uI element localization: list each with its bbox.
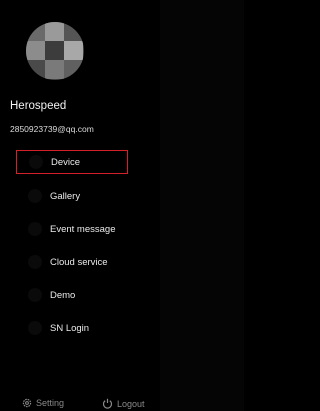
- logout-label: Logout: [117, 398, 145, 409]
- user-email: 2850923739@qq.com: [10, 124, 94, 134]
- avatar-tile: [64, 41, 83, 60]
- setting-button[interactable]: Setting: [22, 398, 64, 408]
- menu-item-demo[interactable]: Demo: [16, 283, 128, 307]
- gear-icon: [22, 398, 32, 408]
- logout-button[interactable]: Logout: [102, 398, 145, 409]
- avatar-tile: [26, 41, 45, 60]
- avatar-tile: [26, 60, 45, 79]
- username: Herospeed: [10, 100, 67, 112]
- menu-item-event-message[interactable]: Event message: [16, 217, 128, 241]
- menu-item-label: Event message: [50, 223, 116, 235]
- menu-item-label: SN Login: [50, 322, 90, 334]
- avatar[interactable]: [26, 22, 84, 80]
- avatar-tile: [64, 60, 83, 79]
- sn-login-icon: [28, 321, 42, 335]
- avatar-tile: [64, 22, 83, 41]
- gallery-icon: [28, 189, 42, 203]
- navigation-drawer: Herospeed 2850923739@qq.com Device Galle…: [0, 0, 160, 411]
- drawer-footer: Setting Logout: [0, 396, 160, 411]
- setting-label: Setting: [36, 398, 65, 408]
- menu-item-gallery[interactable]: Gallery: [16, 184, 128, 208]
- app-screen: Herospeed 2850923739@qq.com Device Galle…: [0, 0, 244, 411]
- background-app-overlay[interactable]: [160, 0, 244, 411]
- avatar-tile: [45, 41, 64, 60]
- demo-icon: [28, 288, 42, 302]
- menu-item-cloud-service[interactable]: Cloud service: [16, 250, 128, 274]
- avatar-tile: [45, 60, 64, 79]
- menu-item-label: Device: [51, 156, 81, 168]
- menu-item-sn-login[interactable]: SN Login: [16, 316, 128, 340]
- menu-item-label: Gallery: [50, 190, 81, 202]
- menu-item-label: Demo: [50, 289, 76, 301]
- cloud-icon: [28, 255, 42, 269]
- menu-item-device[interactable]: Device: [16, 150, 128, 174]
- device-icon: [29, 155, 43, 169]
- event-message-icon: [28, 222, 42, 236]
- avatar-tile: [26, 22, 45, 41]
- power-icon: [102, 398, 113, 409]
- menu-item-label: Cloud service: [50, 256, 108, 268]
- avatar-tile: [45, 22, 64, 41]
